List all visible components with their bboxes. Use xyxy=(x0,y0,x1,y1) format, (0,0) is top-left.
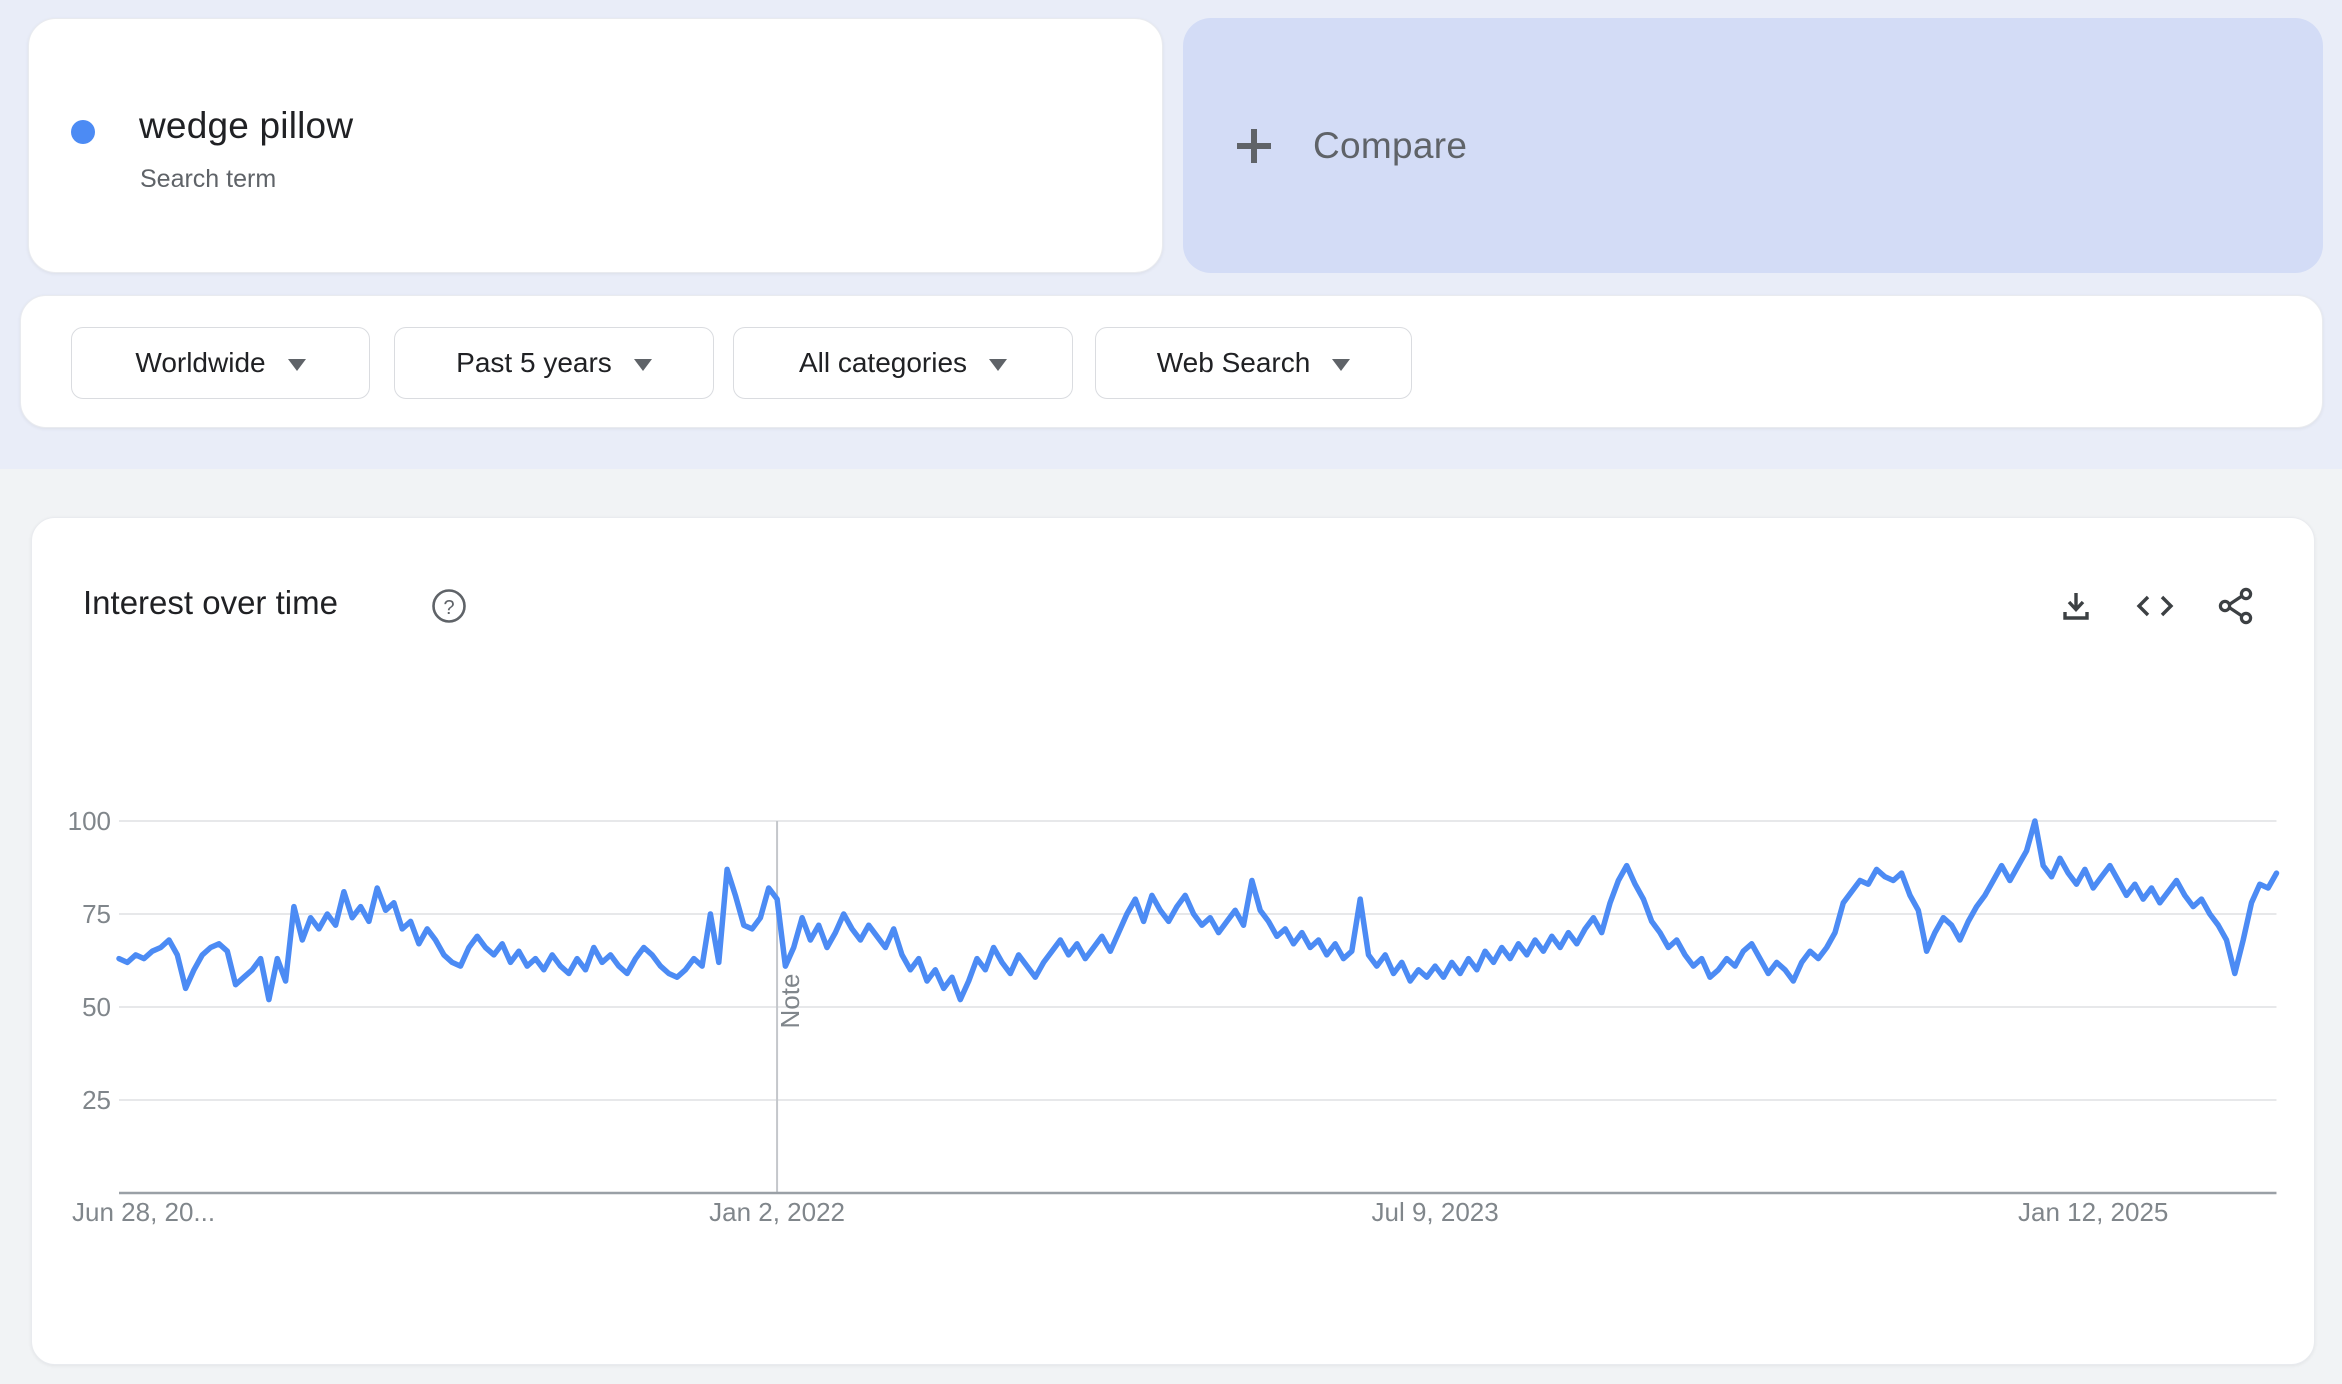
time-filter-dropdown[interactable]: Past 5 years xyxy=(394,327,714,399)
svg-text:50: 50 xyxy=(82,992,111,1022)
interest-over-time-card: Interest over time ? 255 xyxy=(31,517,2315,1365)
time-filter-label: Past 5 years xyxy=(456,347,612,379)
compare-button[interactable]: Compare xyxy=(1183,18,2323,273)
chevron-down-icon xyxy=(634,359,652,371)
search-type-filter-label: Web Search xyxy=(1157,347,1311,379)
svg-text:Jun 28, 20...: Jun 28, 20... xyxy=(72,1197,215,1227)
geo-filter-label: Worldwide xyxy=(135,347,265,379)
compare-label: Compare xyxy=(1313,125,1467,167)
chevron-down-icon xyxy=(1332,359,1350,371)
svg-text:100: 100 xyxy=(68,806,111,836)
search-term-type: Search term xyxy=(140,165,276,194)
chevron-down-icon xyxy=(989,359,1007,371)
interest-over-time-chart[interactable]: 25 50 75 100 Note Jun 28, 20... Jan 2, 2022 Jul… xyxy=(32,518,2316,1366)
google-trends-explore-page: { "term_card": { "term": "wedge pillow",… xyxy=(0,0,2342,1384)
svg-text:Note: Note xyxy=(775,974,805,1029)
chevron-down-icon xyxy=(288,359,306,371)
search-term-card[interactable]: wedge pillow Search term xyxy=(28,18,1163,273)
svg-text:75: 75 xyxy=(82,899,111,929)
filter-bar: Worldwide Past 5 years All categories We… xyxy=(20,295,2323,428)
svg-text:Jul 9, 2023: Jul 9, 2023 xyxy=(1372,1197,1499,1227)
svg-text:Jan 12, 2025: Jan 12, 2025 xyxy=(2018,1197,2168,1227)
svg-text:Jan 2, 2022: Jan 2, 2022 xyxy=(709,1197,845,1227)
geo-filter-dropdown[interactable]: Worldwide xyxy=(71,327,370,399)
category-filter-label: All categories xyxy=(799,347,967,379)
plus-icon xyxy=(1237,129,1271,163)
category-filter-dropdown[interactable]: All categories xyxy=(733,327,1073,399)
series-color-dot-icon xyxy=(71,120,95,144)
search-term-label: wedge pillow xyxy=(139,105,353,147)
svg-text:25: 25 xyxy=(82,1085,111,1115)
search-type-filter-dropdown[interactable]: Web Search xyxy=(1095,327,1412,399)
